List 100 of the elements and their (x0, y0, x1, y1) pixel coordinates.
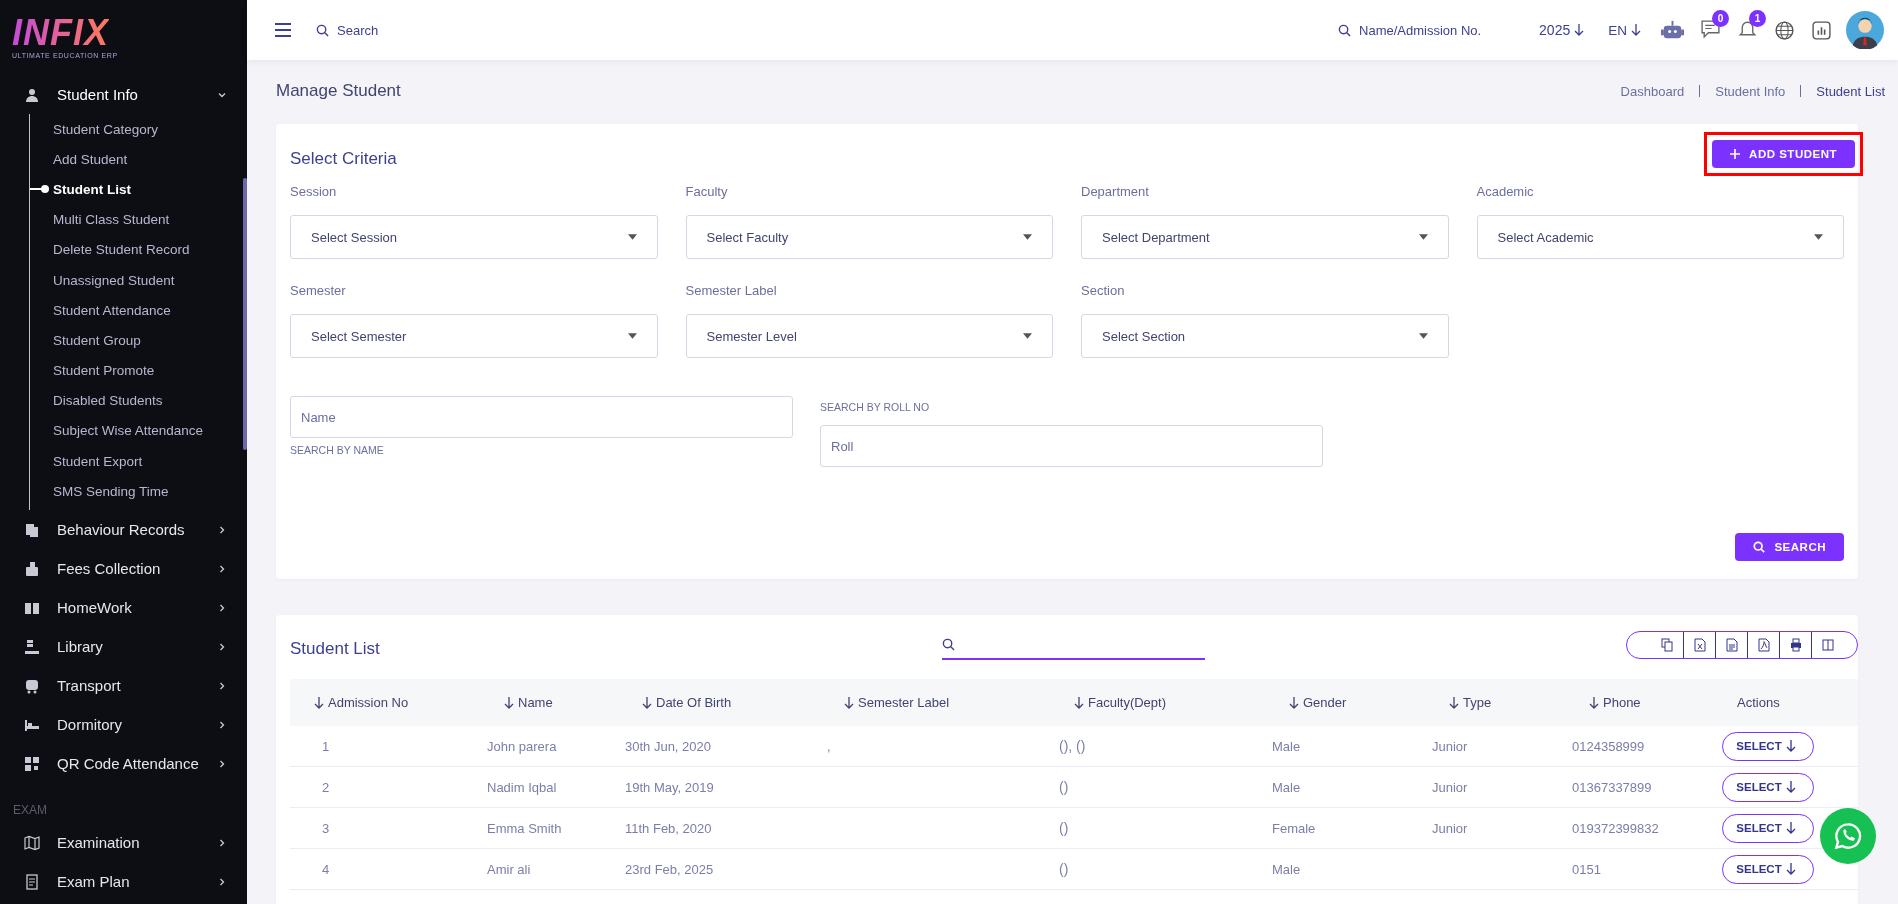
add-student-button[interactable]: ADD STUDENT (1712, 140, 1855, 168)
table-cell: , (827, 738, 831, 754)
sort-arrow-icon (1074, 696, 1084, 709)
sortable-column-header[interactable]: Faculty(Dept) (1050, 695, 1167, 710)
select-dropdown-button[interactable]: SELECT (1722, 813, 1814, 843)
submenu-item[interactable]: Multi Class Student (30, 204, 170, 235)
select-field[interactable]: Select Session (290, 215, 658, 259)
year-dropdown[interactable]: 2025 (1539, 22, 1589, 38)
table-cell: () (1059, 779, 1069, 795)
nav-item[interactable]: HomeWork (0, 588, 247, 628)
sortable-column-header[interactable]: Admission No (290, 695, 409, 710)
search-icon (1338, 23, 1352, 37)
table-cell: Male (1272, 861, 1301, 877)
columns-icon (1821, 638, 1834, 652)
submenu-item[interactable]: Delete Student Record (30, 234, 190, 265)
name-input-field[interactable]: Name (290, 396, 793, 438)
scrollbar[interactable] (243, 178, 247, 450)
plus-icon (1730, 149, 1741, 159)
doc-icon (24, 873, 40, 890)
sortable-column-header[interactable]: Type (1425, 695, 1492, 710)
qr-icon (24, 755, 40, 772)
submenu-item[interactable]: Student Promote (30, 355, 155, 386)
copy-icon (1661, 638, 1673, 652)
section-label: EXAM (12, 802, 47, 820)
select-field[interactable]: Select Section (1081, 314, 1449, 358)
caret-icon (627, 234, 637, 240)
breadcrumb-link[interactable]: Student List (1816, 83, 1885, 99)
select-field[interactable]: Select Department (1081, 215, 1449, 259)
select-field[interactable]: Select Semester (290, 314, 658, 358)
select-field[interactable]: Semester Level (685, 314, 1053, 358)
submenu-item[interactable]: Student Category (30, 114, 159, 145)
csv-icon (1725, 638, 1738, 652)
caret-icon (1418, 333, 1428, 339)
nav-item[interactable]: Library (0, 627, 247, 667)
table-cell: 4 (322, 861, 330, 877)
avatar[interactable] (1846, 11, 1884, 49)
caret-icon (627, 333, 637, 339)
card-title: Student List (290, 639, 381, 659)
select-field[interactable]: Select Academic (1476, 215, 1844, 259)
submenu-item[interactable]: Unassigned Student (30, 264, 175, 296)
sort-arrow-icon (1449, 696, 1459, 709)
nav-item[interactable]: Behaviour Records (0, 510, 247, 550)
submenu-item[interactable]: Disabled Students (30, 385, 163, 416)
arrow-down-icon (1785, 863, 1796, 875)
chevron-right-icon (217, 641, 227, 652)
select-field[interactable]: Select Faculty (685, 215, 1053, 259)
field-label: Semester Label (685, 283, 777, 298)
submenu-item[interactable]: Subject Wise Attendance (30, 415, 204, 447)
sort-arrow-icon (844, 696, 854, 709)
nav-item[interactable]: Student Info (0, 75, 247, 114)
sortable-column-header[interactable]: Gender (1265, 695, 1347, 710)
robot-icon[interactable] (1661, 19, 1684, 41)
table-cell: 0124358999 (1572, 738, 1645, 754)
sort-arrow-icon (314, 696, 324, 709)
nav-item[interactable]: Dormitory (0, 705, 247, 745)
select-dropdown-button[interactable]: SELECT (1722, 731, 1814, 761)
excel-icon (1693, 638, 1706, 652)
nav-item[interactable]: Examination (0, 823, 247, 863)
card-title: Select Criteria (290, 149, 397, 169)
select-dropdown-button[interactable]: SELECT (1722, 854, 1814, 884)
table-cell: Junior (1432, 820, 1468, 836)
submenu-item[interactable]: Add Student (30, 144, 128, 175)
nav-item[interactable]: QR Code Attendance (0, 744, 247, 784)
search-icon (316, 23, 329, 37)
sortable-column-header[interactable]: Date Of Birth (618, 695, 732, 710)
field-label: Faculty (685, 184, 728, 199)
globe-icon[interactable] (1774, 19, 1795, 41)
sort-arrow-icon (642, 696, 652, 709)
nav-item[interactable]: Fees Collection (0, 549, 247, 589)
breadcrumb-link[interactable]: Student Info (1715, 83, 1786, 99)
menu-icon[interactable] (275, 23, 291, 37)
select-dropdown-button[interactable]: SELECT (1722, 772, 1814, 802)
breadcrumb-link[interactable]: Dashboard (1620, 83, 1685, 99)
submenu-item[interactable]: Student Group (30, 325, 141, 356)
submenu-item[interactable]: SMS Sending Time (30, 476, 169, 507)
nav-item[interactable]: Exam Plan (0, 862, 247, 902)
sortable-column-header[interactable]: Name (480, 695, 553, 710)
table-cell: 30th Jun, 2020 (625, 738, 712, 754)
table-cell: 019372399832 (1572, 820, 1659, 836)
submenu-item[interactable]: Student List (30, 174, 131, 205)
roll-input-field[interactable]: Roll (820, 425, 1323, 467)
nav-item[interactable]: Transport (0, 666, 247, 706)
submenu-item[interactable]: Student Attendance (30, 295, 171, 326)
table-cell: Nadim Iqbal (487, 779, 557, 795)
chevron-right-icon (217, 602, 227, 613)
person-icon (24, 86, 40, 103)
search-button[interactable]: SEARCH (1735, 533, 1844, 561)
print-icon (1789, 638, 1802, 652)
submenu-item[interactable]: Student Export (30, 446, 143, 477)
caret-icon (1023, 234, 1032, 240)
admission-search-field[interactable]: Name/Admission No. (1357, 21, 1512, 39)
sortable-column-header[interactable]: Phone (1565, 695, 1641, 710)
search-field[interactable]: Search (335, 21, 479, 39)
sortable-column-header[interactable]: Semester Label (820, 695, 950, 710)
books-icon (24, 638, 40, 655)
copy-icon (24, 521, 40, 538)
arrow-down-icon (1785, 781, 1796, 793)
column-header: Actions (1736, 695, 1780, 710)
chart-icon[interactable] (1811, 19, 1832, 41)
language-dropdown[interactable]: EN (1608, 22, 1645, 38)
